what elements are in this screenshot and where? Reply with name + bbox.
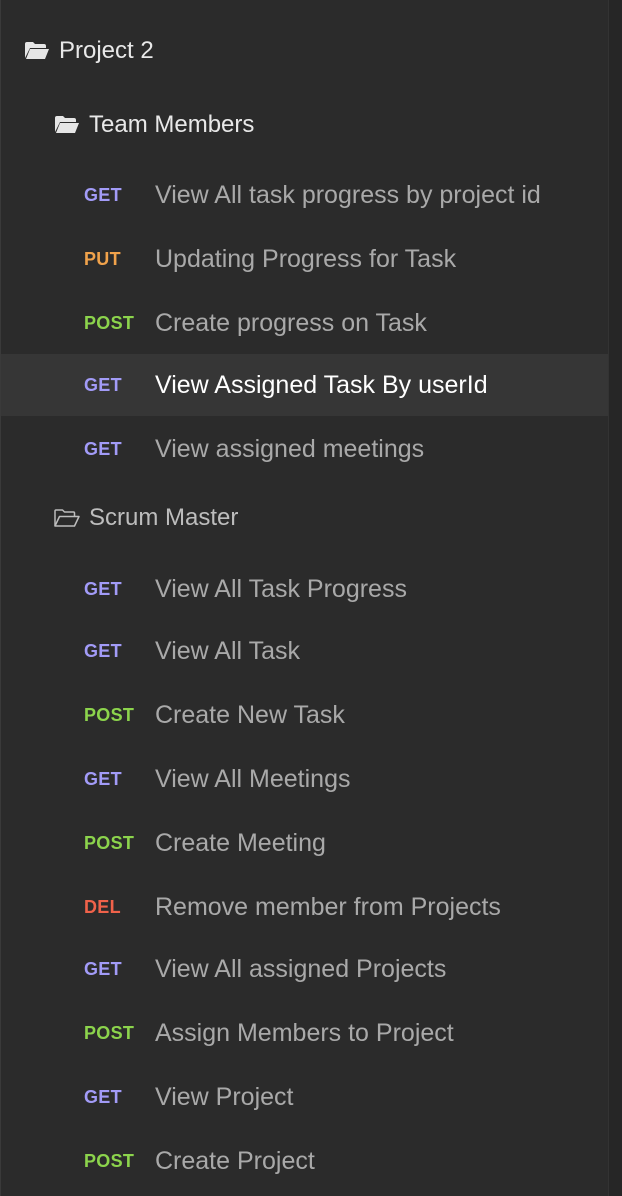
folder-label: Scrum Master [89, 504, 239, 531]
request-label: View All Task [155, 636, 300, 665]
request-item[interactable]: GET View Project [1, 1065, 609, 1129]
method-badge: GET [84, 1086, 122, 1107]
request-label: View All task progress by project id [155, 180, 541, 209]
method-badge: GET [84, 640, 122, 661]
request-item[interactable]: GET View All assigned Projects [1, 937, 609, 1001]
method-badge: POST [84, 704, 135, 725]
request-label: View All assigned Projects [155, 954, 447, 983]
request-item[interactable]: POST Create Project [1, 1129, 609, 1193]
folder-project-2[interactable]: Project 2 [1, 19, 609, 83]
request-item[interactable]: POST Create Meeting [1, 811, 609, 875]
method-badge: GET [84, 184, 122, 205]
request-label: View All Meetings [155, 764, 351, 793]
method-badge: GET [84, 768, 122, 789]
request-label: Assign Members to Project [155, 1018, 454, 1047]
folder-outline-icon [53, 507, 81, 529]
method-badge: POST [84, 1022, 135, 1043]
method-badge: GET [84, 374, 122, 395]
folder-label: Project 2 [59, 37, 154, 64]
method-badge: POST [84, 312, 135, 333]
method-badge: PUT [84, 248, 121, 269]
request-label: Create New Task [155, 700, 345, 729]
request-item[interactable]: GET View All Task Progress [1, 557, 609, 621]
method-badge: DEL [84, 896, 121, 917]
request-item[interactable]: GET View assigned meetings [1, 417, 609, 481]
request-item[interactable]: PUT Updating Progress for Task [1, 227, 609, 291]
collection-sidebar: Project 2 Team Members GET View All task… [0, 0, 609, 1196]
request-label: Remove member from Projects [155, 892, 501, 921]
scrollbar[interactable] [608, 0, 622, 1196]
request-label: View Project [155, 1082, 294, 1111]
request-label: Create progress on Task [155, 308, 427, 337]
request-label: View assigned meetings [155, 434, 425, 463]
request-item[interactable]: GET View All Meetings [1, 747, 609, 811]
folder-open-icon [53, 114, 81, 136]
request-item[interactable]: POST Create progress on Task [1, 291, 609, 355]
request-item[interactable]: GET View All task progress by project id [1, 163, 609, 227]
folder-label: Team Members [89, 111, 255, 138]
method-badge: POST [84, 1150, 135, 1171]
request-label: Create Meeting [155, 828, 326, 857]
folder-team-members[interactable]: Team Members [1, 93, 609, 157]
request-item[interactable]: POST Assign Members to Project [1, 1001, 609, 1065]
request-label: Updating Progress for Task [155, 244, 457, 273]
method-badge: GET [84, 958, 122, 979]
method-badge: GET [84, 438, 122, 459]
request-label: Create Project [155, 1146, 315, 1175]
request-item[interactable]: POST Create New Task [1, 683, 609, 747]
request-item-selected[interactable]: GET View Assigned Task By userId [1, 354, 609, 416]
method-badge: GET [84, 578, 122, 599]
request-item[interactable]: GET View All Task [1, 619, 609, 683]
request-label: View All Task Progress [155, 574, 407, 603]
request-item[interactable]: DEL Remove member from Projects [1, 875, 609, 939]
folder-scrum-master[interactable]: Scrum Master [1, 486, 609, 550]
request-label: View Assigned Task By userId [155, 370, 488, 399]
folder-open-icon [23, 40, 51, 62]
method-badge: POST [84, 832, 135, 853]
